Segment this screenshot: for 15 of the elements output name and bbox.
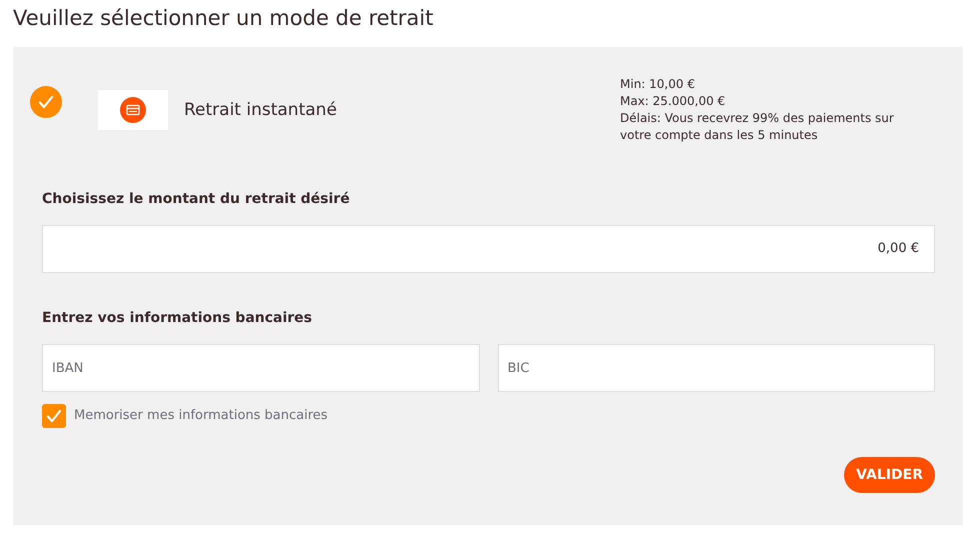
amount-label: Choisissez le montant du retrait désiré	[42, 190, 351, 209]
page-heading: Veuillez sélectionner un mode de retrait	[13, 5, 434, 32]
amount-field[interactable]: 0,00 €	[42, 225, 935, 273]
bank-label: Entrez vos informations bancaires	[42, 309, 314, 328]
card-icon	[120, 97, 146, 123]
method-name: Retrait instantané	[184, 99, 338, 122]
limit-info: Max: 25.000,00 €	[620, 93, 726, 110]
bank-field[interactable]: IBAN	[42, 344, 480, 392]
amount-value: 0,00 €	[878, 240, 919, 258]
remember-checkbox[interactable]	[42, 404, 66, 428]
selected-check-icon[interactable]	[30, 86, 62, 118]
remember-label: Memoriser mes informations bancaires	[74, 407, 328, 426]
bank-field[interactable]: BIC	[498, 344, 935, 392]
limit-info: Délais: Vous recevrez 99% des paiements sur votre compte dans les 5 minutes	[620, 110, 895, 144]
limit-info: Min: 10,00 €	[620, 76, 696, 93]
